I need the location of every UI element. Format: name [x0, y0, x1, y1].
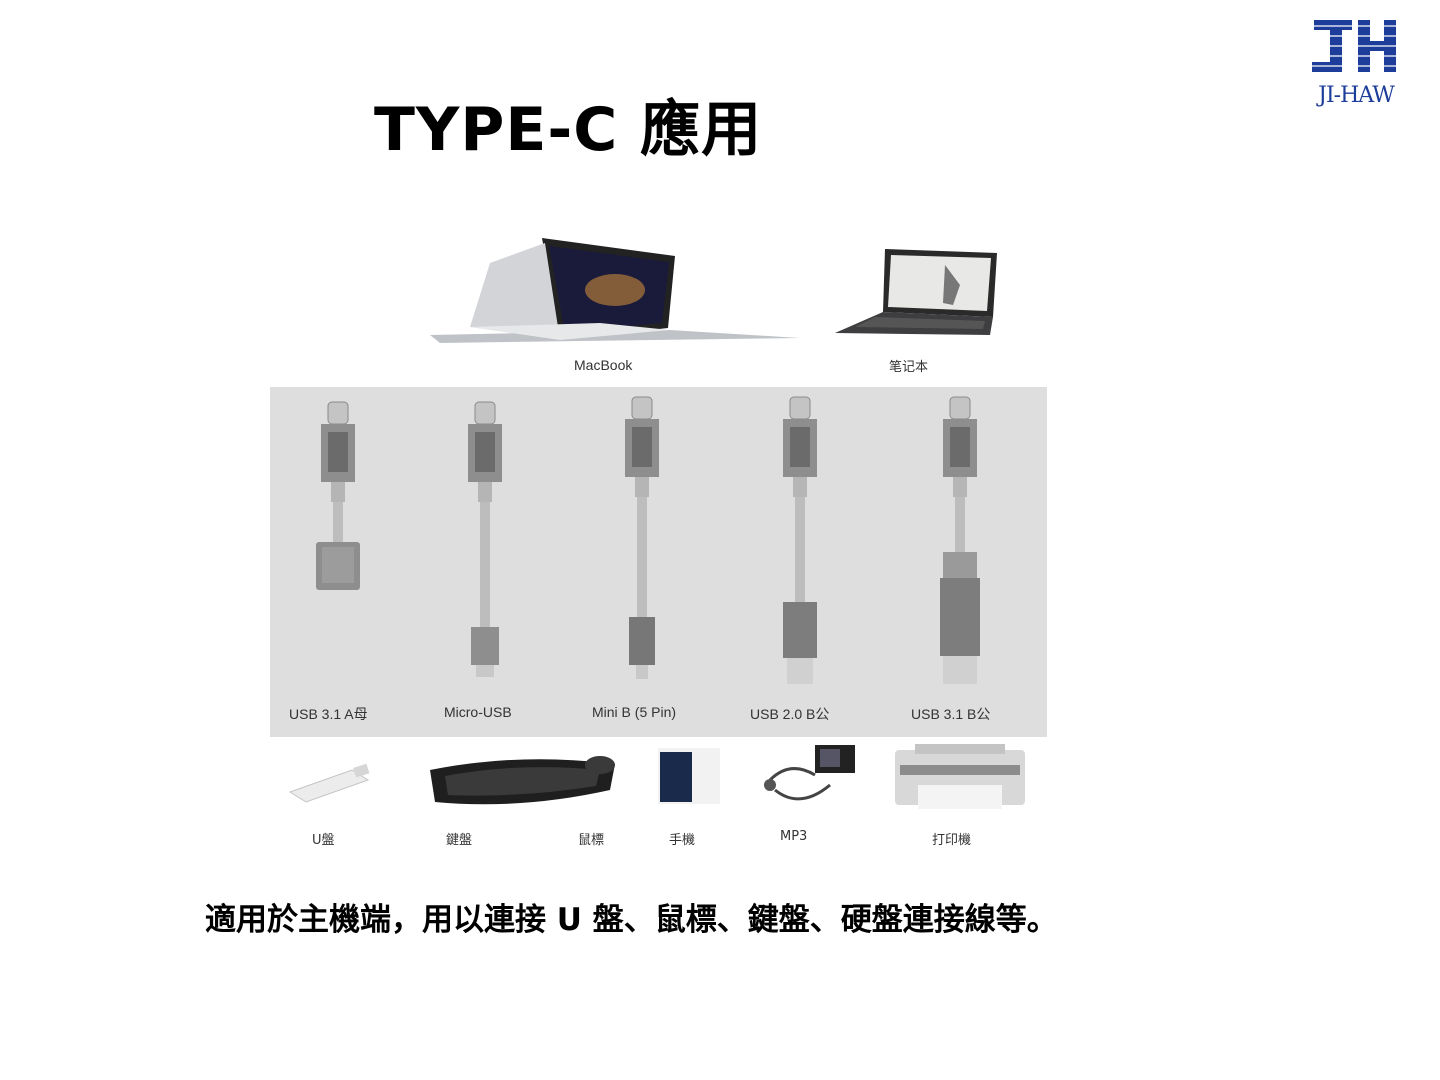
macbook-illustration [430, 238, 800, 343]
connector-label-usb31-a-female: USB 3.1 A母 [289, 706, 368, 722]
logo-text: JI-HAW [1318, 83, 1395, 108]
device-label-mouse: 鼠標 [578, 833, 605, 848]
device-label-keyboard: 鍵盤 [446, 833, 473, 848]
slide-caption: 適用於主機端，用以連接 U 盤、鼠標、鍵盤、硬盤連接線等。 [205, 902, 1058, 938]
device-label-phone: 手機 [669, 833, 696, 848]
connector-label-usb31-b-male: USB 3.1 B公 [911, 706, 991, 722]
type-c-application-figure: MacBook 笔记本 USB 3.1 A母 Micro-USB Mini B … [270, 230, 1047, 855]
slide-title: TYPE-C 應用 [374, 95, 763, 165]
connector-label-mini-b: Mini B (5 Pin) [592, 704, 677, 720]
cable-illustrations [316, 396, 980, 684]
connector-label-usb20-b-male: USB 2.0 B公 [750, 706, 830, 722]
connector-panel: USB 3.1 A母 Micro-USB Mini B (5 Pin) USB … [270, 387, 1047, 737]
laptop-illustration [835, 249, 997, 335]
device-label-notebook: 笔记本 [889, 360, 929, 375]
device-label-printer: 打印機 [932, 833, 972, 848]
device-label-usb-drive: U盤 [312, 833, 335, 848]
device-label-mp3: MP3 [780, 829, 808, 844]
device-illustrations [288, 744, 1025, 809]
device-label-macbook: MacBook [574, 357, 633, 373]
connector-label-micro-usb: Micro-USB [444, 704, 512, 720]
